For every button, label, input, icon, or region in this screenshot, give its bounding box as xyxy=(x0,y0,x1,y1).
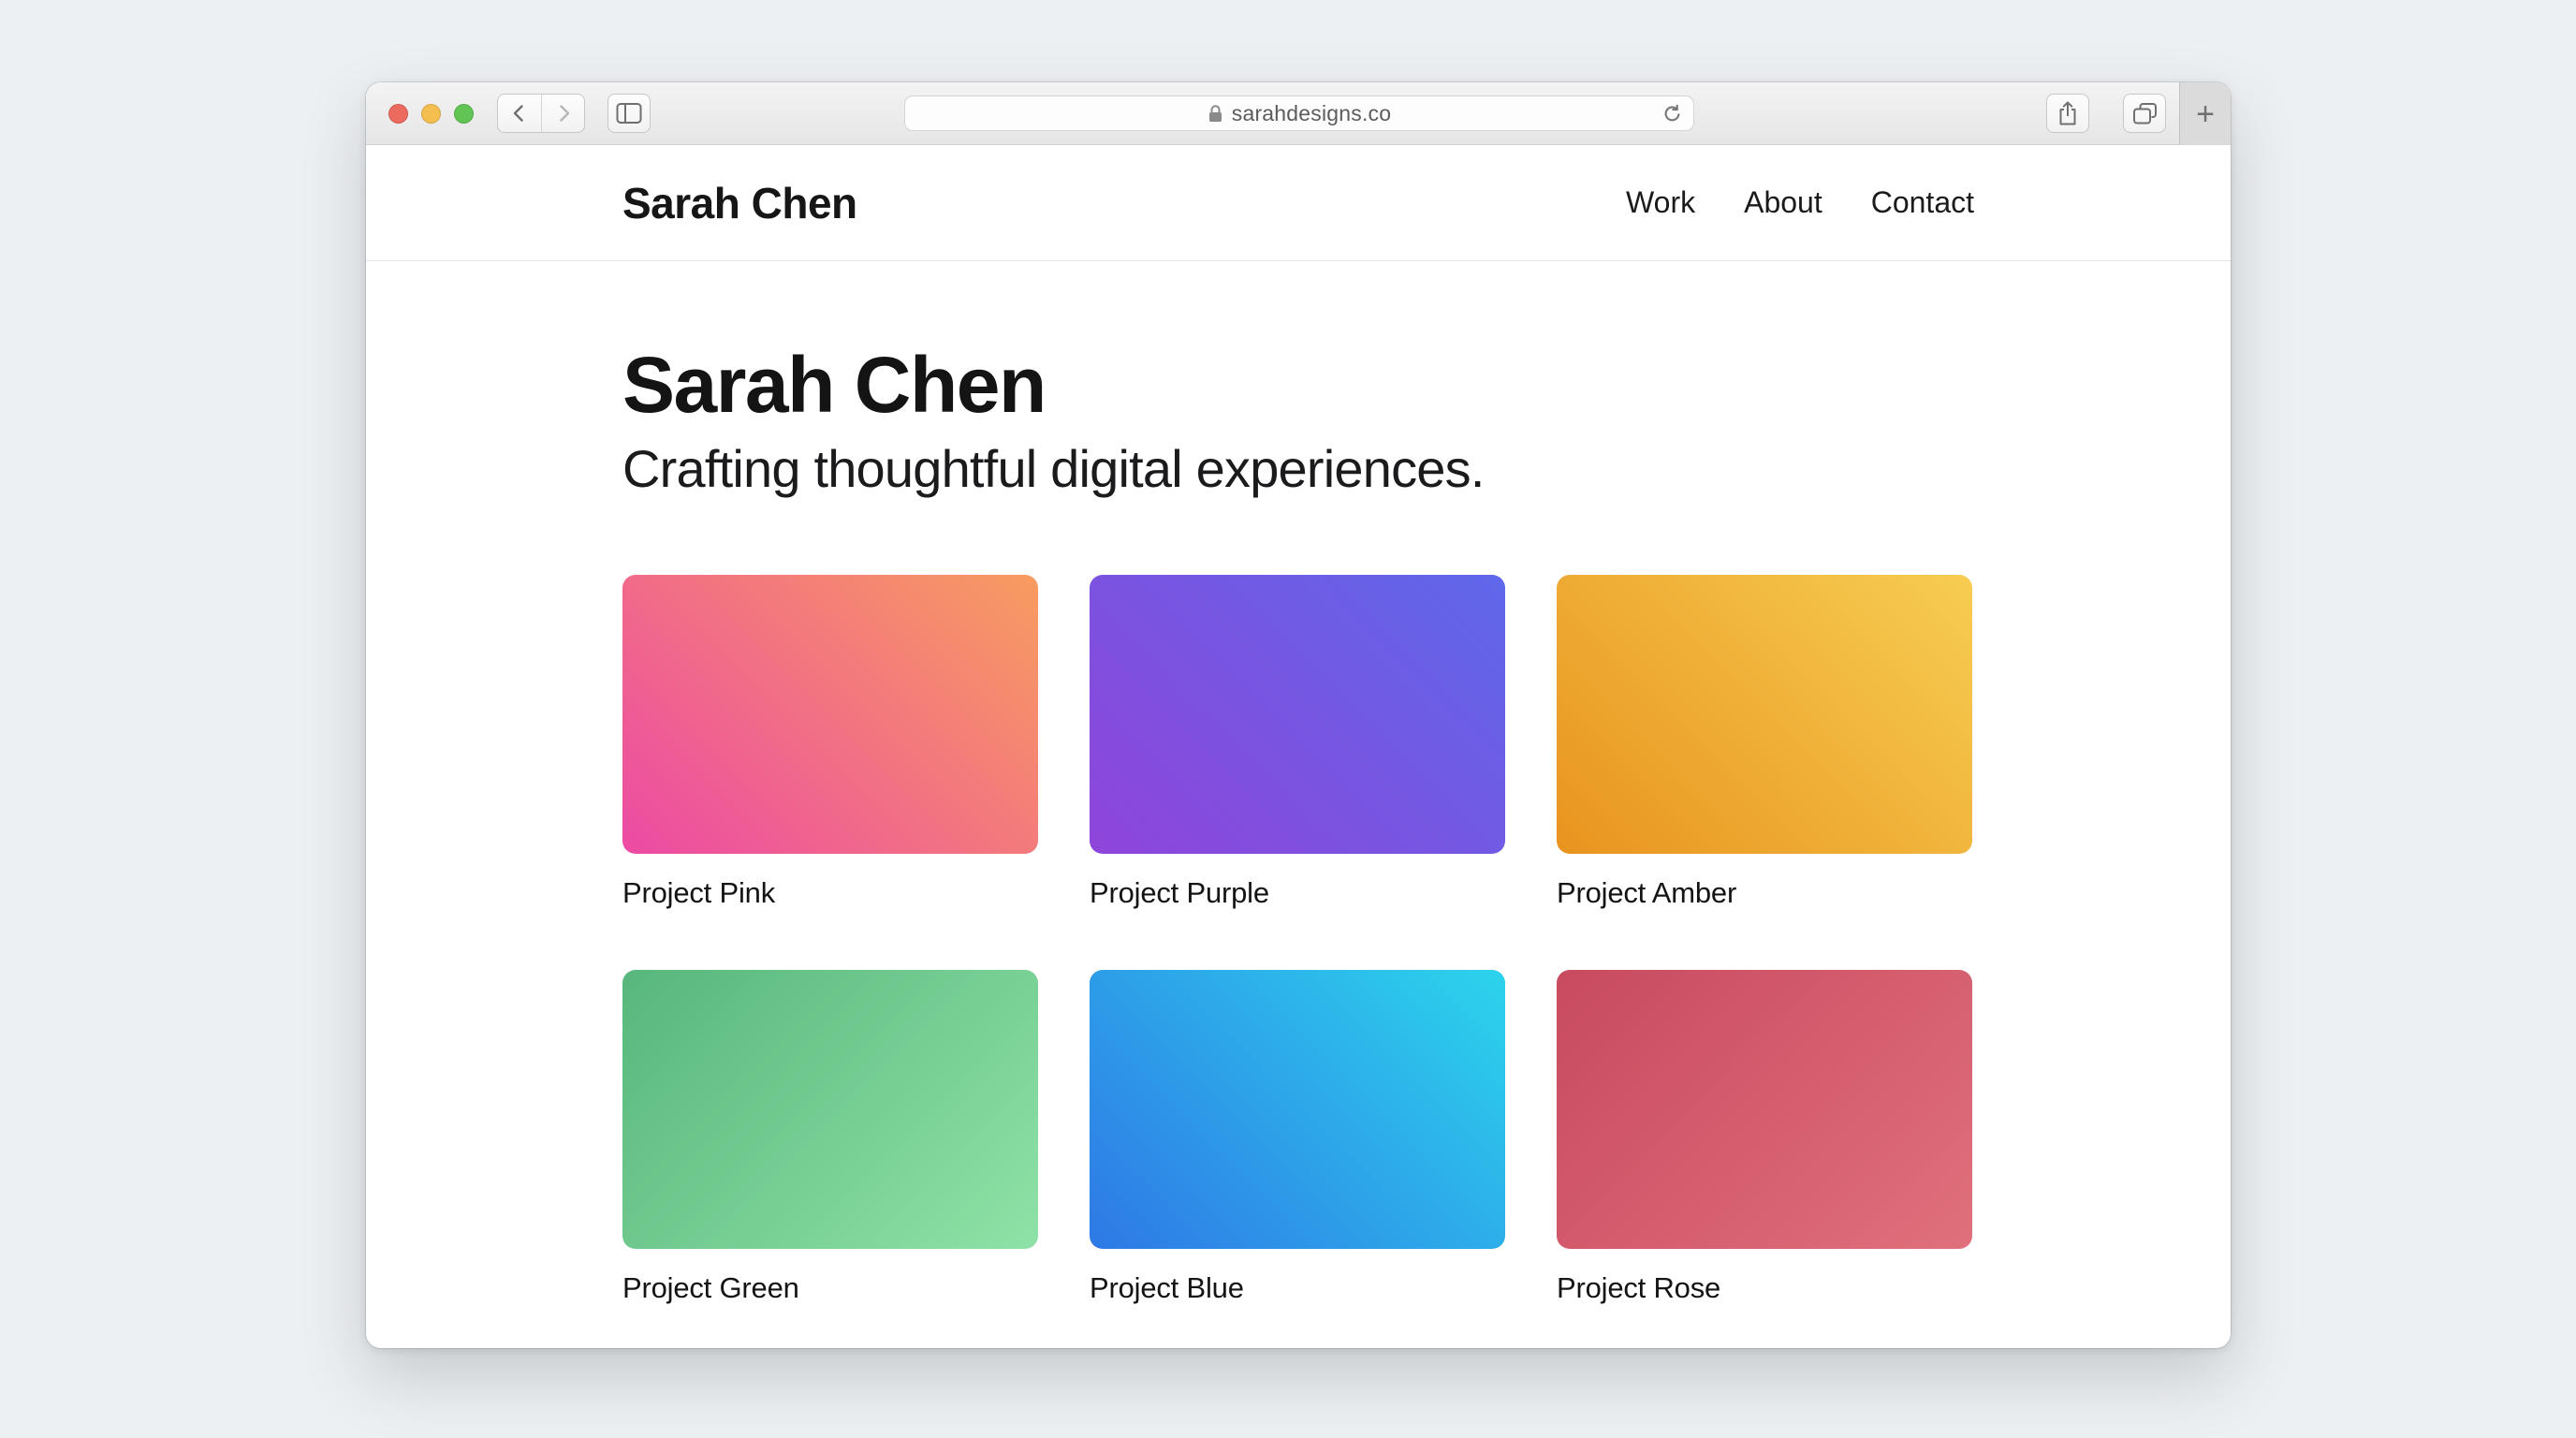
chevron-right-icon xyxy=(553,103,574,124)
address-bar[interactable]: sarahdesigns.co xyxy=(904,95,1694,131)
project-thumbnail xyxy=(1557,970,1972,1249)
back-button[interactable] xyxy=(498,95,541,132)
project-label: Project Rose xyxy=(1557,1271,1972,1305)
forward-button[interactable] xyxy=(541,95,584,132)
project-thumbnail xyxy=(622,575,1038,854)
hero-subtitle: Crafting thoughtful digital experiences. xyxy=(622,439,1974,499)
project-card-purple[interactable]: Project Purple xyxy=(1090,575,1505,910)
history-nav xyxy=(497,94,585,133)
window-controls xyxy=(388,82,474,145)
project-card-rose[interactable]: Project Rose xyxy=(1557,970,1972,1305)
share-icon xyxy=(2057,100,2078,126)
project-label: Project Pink xyxy=(622,876,1038,910)
project-label: Project Green xyxy=(622,1271,1038,1305)
reload-icon xyxy=(1661,103,1683,125)
minimize-button[interactable] xyxy=(421,104,441,124)
project-card-pink[interactable]: Project Pink xyxy=(622,575,1038,910)
lock-icon xyxy=(1208,104,1223,124)
new-tab-area: + xyxy=(2179,82,2231,145)
reload-button[interactable] xyxy=(1658,99,1686,127)
new-tab-button[interactable]: + xyxy=(2196,98,2215,130)
site-logo[interactable]: Sarah Chen xyxy=(622,178,857,228)
tab-overview-icon xyxy=(2132,102,2158,125)
chevron-left-icon xyxy=(509,103,530,124)
project-label: Project Purple xyxy=(1090,876,1505,910)
project-thumbnail xyxy=(1557,575,1972,854)
address-text: sarahdesigns.co xyxy=(1232,101,1392,126)
project-label: Project Blue xyxy=(1090,1271,1505,1305)
project-thumbnail xyxy=(1090,970,1505,1249)
sidebar-icon xyxy=(616,102,642,125)
close-button[interactable] xyxy=(388,104,408,124)
tab-overview-button[interactable] xyxy=(2123,94,2166,133)
project-card-blue[interactable]: Project Blue xyxy=(1090,970,1505,1305)
nav-link-about[interactable]: About xyxy=(1744,185,1822,220)
project-card-green[interactable]: Project Green xyxy=(622,970,1038,1305)
zoom-button[interactable] xyxy=(454,104,474,124)
browser-titlebar: sarahdesigns.co xyxy=(366,82,2231,145)
hero-title: Sarah Chen xyxy=(622,342,1974,428)
projects-grid: Project Pink Project Purple Project Ambe… xyxy=(622,575,1974,1305)
project-thumbnail xyxy=(622,970,1038,1249)
main-content: Sarah Chen Crafting thoughtful digital e… xyxy=(366,342,2231,1305)
project-label: Project Amber xyxy=(1557,876,1972,910)
project-thumbnail xyxy=(1090,575,1505,854)
project-card-amber[interactable]: Project Amber xyxy=(1557,575,1972,910)
site-header: Sarah Chen Work About Contact xyxy=(366,145,2231,261)
sidebar-toggle-button[interactable] xyxy=(607,94,651,133)
web-page: Sarah Chen Work About Contact Sarah Chen… xyxy=(366,145,2231,1348)
nav-link-contact[interactable]: Contact xyxy=(1871,185,1974,220)
browser-window: sarahdesigns.co xyxy=(366,82,2231,1348)
site-nav: Work About Contact xyxy=(1626,185,1974,220)
share-button[interactable] xyxy=(2046,94,2089,133)
nav-link-work[interactable]: Work xyxy=(1626,185,1695,220)
